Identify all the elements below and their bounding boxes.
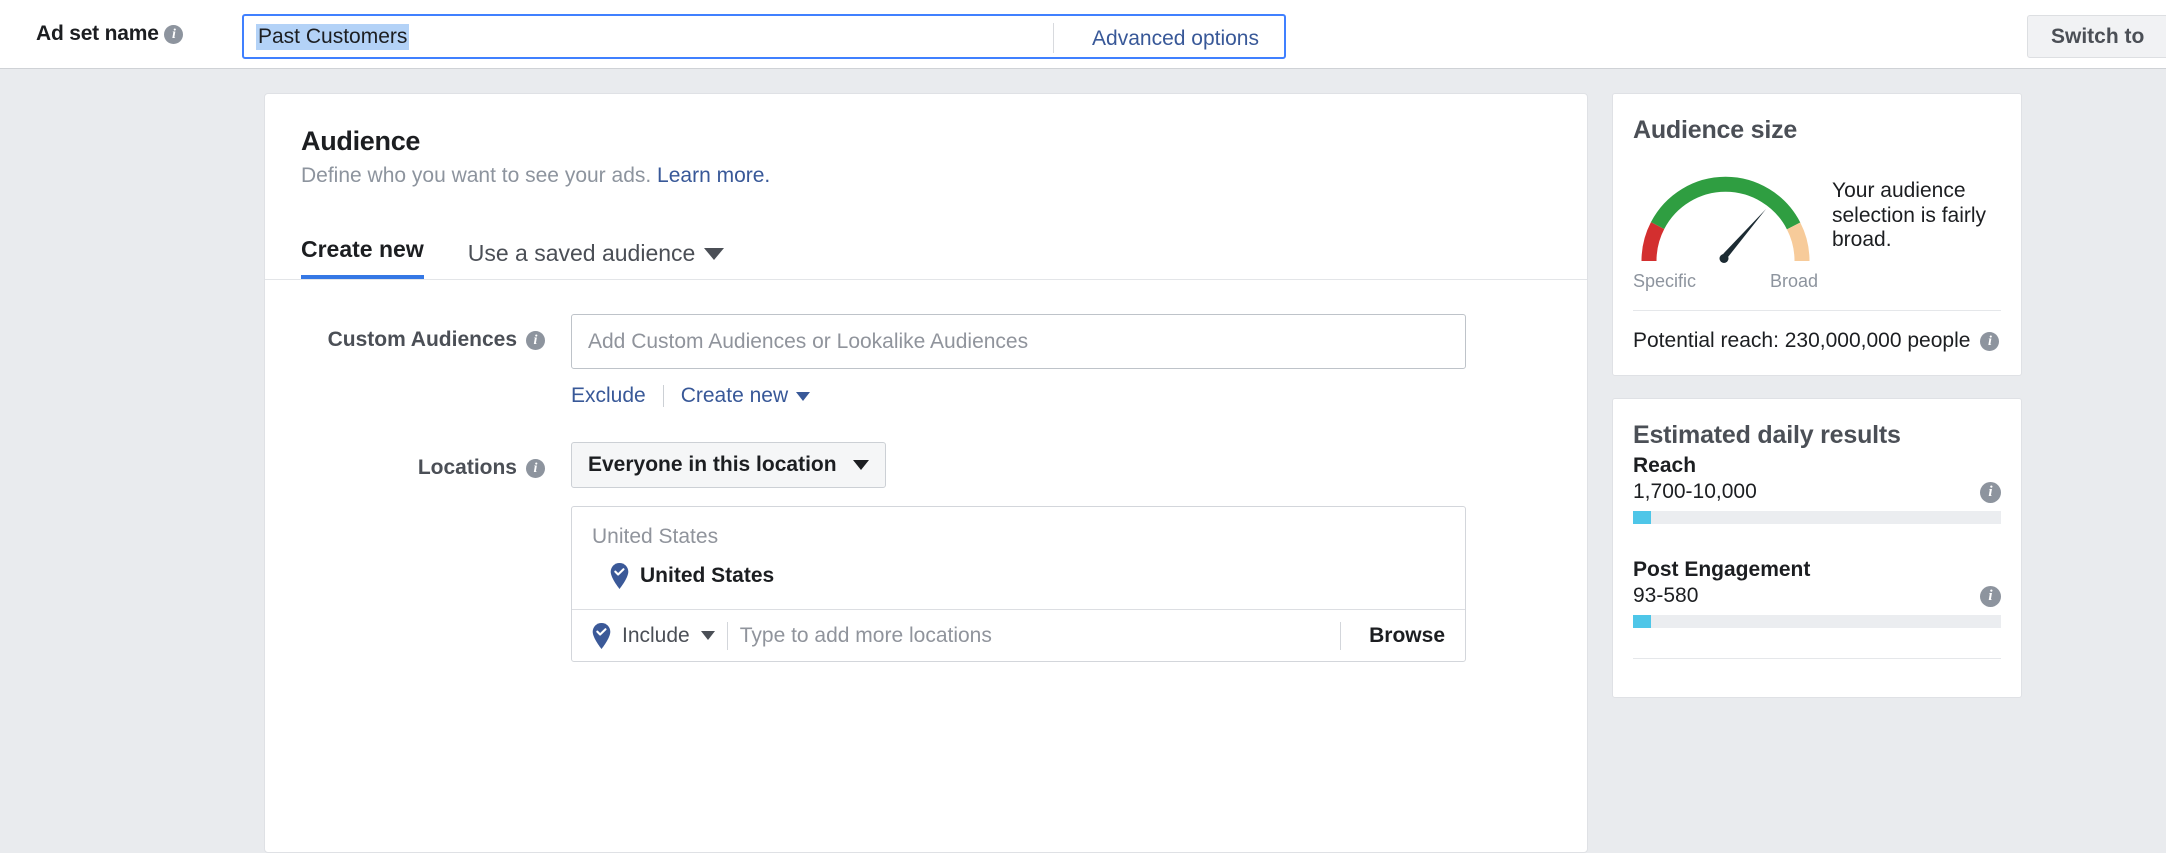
audience-subtitle: Define who you want to see your ads. Lea… [301,164,1551,188]
info-icon[interactable]: i [526,330,545,350]
location-scope-value: Everyone in this location [588,453,837,476]
create-new-audience-link[interactable]: Create new [680,384,811,408]
location-scope-dropdown[interactable]: Everyone in this location [571,442,886,488]
divider [662,385,664,407]
info-icon[interactable]: i [164,24,184,44]
metric-reach-name: Reach [1633,454,1697,477]
locations-group-heading: United States [592,525,719,548]
metric-reach-value: 1,700-10,000 [1633,480,1757,503]
exclude-link-label: Exclude [571,384,646,407]
locations-row: Locations i Everyone in this location Un… [301,442,1551,662]
tab-create-new[interactable]: Create new [301,236,424,279]
tab-create-new-label: Create new [301,236,424,262]
custom-audiences-links: Exclude Create new [571,384,1551,408]
locations-box: United States United States Include Type… [571,506,1466,662]
location-search-input[interactable]: Type to add more locations [740,624,1328,648]
metric-post-engagement: Post Engagement 93-580 i [1633,558,2001,628]
exclude-link[interactable]: Exclude [571,384,646,408]
switch-to-button-label: Switch to [2051,24,2145,48]
divider [1633,658,2001,659]
gauge-label-broad: Broad [1769,271,1818,291]
ad-set-name-label-text: Ad set name [36,22,159,45]
potential-reach-row: Potential reach: 230,000,000 people i [1633,329,2001,353]
locations-footer: Include Type to add more locations Brows… [572,609,1465,661]
location-search-placeholder: Type to add more locations [739,623,992,647]
metric-reach-bar [1633,511,2001,524]
audience-size-title: Audience size [1633,116,1798,144]
top-toolbar: Ad set name i Past Customers Advanced op… [0,0,2166,69]
create-new-audience-label: Create new [680,384,789,407]
audience-tabs: Create new Use a saved audience [265,228,1587,280]
locations-label: Locations i [301,442,571,480]
info-icon[interactable]: i [1980,585,2001,607]
map-pin-check-icon [592,622,611,649]
ad-set-name-label: Ad set name i [36,22,184,46]
divider [1633,310,2001,311]
custom-audiences-label-text: Custom Audiences [327,328,517,351]
ad-set-name-value[interactable]: Past Customers [256,23,410,50]
locations-label-text: Locations [417,456,517,479]
custom-audiences-label: Custom Audiences i [301,314,571,352]
audience-subtitle-text: Define who you want to see your ads. [301,164,652,187]
metric-post-engagement-name: Post Engagement [1633,558,1811,581]
audience-size-panel: Audience size Specific Broad Your audien… [1612,93,2022,376]
switch-to-button[interactable]: Switch to [2027,15,2166,58]
custom-audiences-placeholder: Add Custom Audiences or Lookalike Audien… [588,329,1029,353]
locations-body: Everyone in this location United States [571,442,1551,662]
audience-card: Audience Define who you want to see your… [264,93,1588,853]
metric-reach-row: 1,700-10,000 i [1633,480,2001,504]
tab-use-saved-audience[interactable]: Use a saved audience [468,240,725,279]
divider [726,621,728,650]
caret-down-icon [700,631,715,640]
learn-more-link[interactable]: Learn more. [657,164,770,187]
gauge-axis-labels: Specific Broad [1633,271,1818,292]
browse-locations-button[interactable]: Browse [1353,624,1445,648]
estimated-daily-results-panel: Estimated daily results Reach 1,700-10,0… [1612,398,2022,698]
location-chip-label: United States [640,564,775,587]
sidebar: Audience size Specific Broad Your audien… [1612,93,2022,720]
custom-audiences-input[interactable]: Add Custom Audiences or Lookalike Audien… [571,314,1466,369]
map-pin-check-icon [610,563,629,589]
info-icon[interactable]: i [1980,331,2000,351]
estimated-daily-results-title: Estimated daily results [1633,421,1901,449]
caret-down-icon [852,460,869,470]
caret-down-icon [704,247,725,260]
audience-card-header: Audience Define who you want to see your… [265,94,1587,188]
page-body: Audience Define who you want to see your… [0,70,2166,853]
audience-size-gauge [1633,161,1818,269]
metric-reach: Reach 1,700-10,000 i [1633,454,2001,524]
custom-audiences-body: Add Custom Audiences or Lookalike Audien… [571,314,1551,408]
custom-audiences-row: Custom Audiences i Add Custom Audiences … [301,314,1551,408]
advanced-options-link[interactable]: Advanced options [1092,27,1259,51]
page-title: Audience [301,126,421,156]
metric-post-engagement-row: 93-580 i [1633,584,2001,608]
divider [1053,23,1054,53]
metric-post-engagement-bar [1633,615,2001,628]
audience-size-message: Your audience selection is fairly broad. [1832,179,1987,252]
caret-down-icon [796,391,811,401]
audience-size-gauge-wrap: Specific Broad Your audience selection i… [1633,161,2001,292]
tab-use-saved-audience-label: Use a saved audience [467,240,696,266]
info-icon[interactable]: i [1980,481,2001,503]
info-icon[interactable]: i [526,458,545,478]
metric-post-engagement-value: 93-580 [1633,584,1699,607]
audience-form: Custom Audiences i Add Custom Audiences … [265,314,1587,662]
divider [1340,621,1342,650]
location-chip[interactable]: United States [572,555,1465,609]
include-label: Include [622,623,690,647]
gauge-label-specific: Specific [1633,271,1697,291]
browse-locations-label: Browse [1369,623,1445,647]
audience-size-gauge-column: Specific Broad [1633,161,1818,292]
ad-set-name-field[interactable]: Past Customers Advanced options [242,14,1286,59]
include-exclude-dropdown[interactable]: Include [592,622,715,649]
potential-reach-text: Potential reach: 230,000,000 people [1633,329,1971,352]
